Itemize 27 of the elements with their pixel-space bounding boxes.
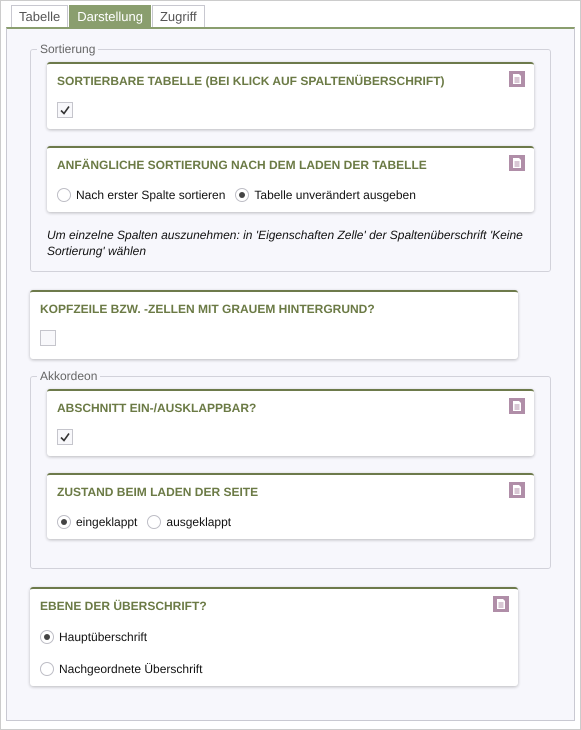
field-title: KOPFZEILE BZW. -ZELLEN MIT GRAUEM HINTERGRUND? xyxy=(40,302,375,316)
tab[interactable]: Tabelle xyxy=(11,5,68,27)
check-icon xyxy=(59,431,71,443)
checkbox[interactable] xyxy=(57,429,73,445)
fieldset-legend: Akkordeon xyxy=(37,369,100,383)
document-icon[interactable] xyxy=(509,69,525,85)
radio-option[interactable]: ausgeklappt xyxy=(147,513,232,531)
document-icon[interactable] xyxy=(509,153,525,169)
field-title: ABSCHNITT EIN-/AUSKLAPPBAR? xyxy=(57,401,256,415)
note-text: Um einzelne Spalten auszunehmen: in 'Eigenschaften Zelle' der Spaltenüberschrift 'Keine Sortierung' wählen xyxy=(47,227,524,259)
field-title: EBENE DER ÜBERSCHRIFT? xyxy=(40,599,207,613)
field-title: ANFÄNGLICHE SORTIERUNG NACH DEM LADEN DER TABELLE xyxy=(57,158,427,172)
radio-option[interactable]: eingeklappt xyxy=(57,513,138,531)
document-icon[interactable] xyxy=(509,396,525,412)
radio-option[interactable]: Nach erster Spalte sortieren xyxy=(57,186,226,204)
document-icon[interactable] xyxy=(509,480,525,496)
radio-option[interactable]: Hauptüberschrift xyxy=(40,628,510,646)
field-title: ZUSTAND BEIM LADEN DER SEITE xyxy=(57,485,258,499)
fieldset-legend: Sortierung xyxy=(37,42,98,56)
field-title: SORTIERBARE TABELLE (BEI KLICK AUF SPALTENÜBERSCHRIFT) xyxy=(57,74,445,88)
checkbox[interactable] xyxy=(57,102,73,118)
check-icon xyxy=(59,104,71,116)
checkbox[interactable] xyxy=(40,330,56,346)
document-icon[interactable] xyxy=(493,594,509,610)
tab[interactable]: Zugriff xyxy=(152,5,205,27)
radio-option[interactable]: Nachgeordnete Überschrift xyxy=(40,660,510,678)
radio-option[interactable]: Tabelle unverändert ausgeben xyxy=(235,186,416,204)
